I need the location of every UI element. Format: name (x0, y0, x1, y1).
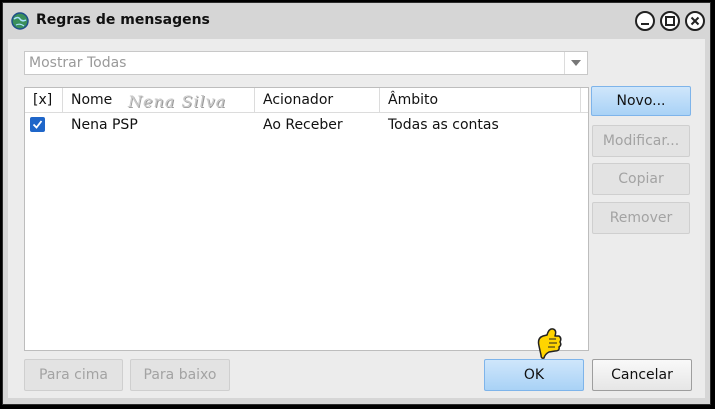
rules-table: [x] Nome Acionador Âmbito Nena Silva Nen… (24, 87, 589, 351)
rule-trigger: Ao Receber (263, 117, 343, 133)
new-button[interactable]: Novo... (591, 86, 691, 116)
maximize-icon (665, 16, 675, 26)
remove-button[interactable]: Remover (592, 202, 690, 234)
column-header-trigger[interactable]: Acionador (255, 88, 380, 112)
chevron-down-icon[interactable] (564, 52, 587, 74)
rule-scope: Todas as contas (388, 117, 499, 133)
table-row[interactable]: Nena PSP Ao Receber Todas as contas (25, 114, 588, 136)
hand-pointer-icon (537, 328, 562, 359)
minimize-icon (641, 23, 649, 25)
column-header-enabled[interactable]: [x] (25, 88, 63, 112)
minimize-button[interactable] (635, 11, 655, 31)
globe-icon (11, 12, 29, 30)
table-header: [x] Nome Acionador Âmbito Nena Silva (25, 88, 588, 113)
dialog-content: Mostrar Todas [x] Nome Acionador Âmbito … (8, 39, 705, 398)
rule-enabled-checkbox[interactable] (30, 117, 45, 132)
move-up-button[interactable]: Para cima (24, 359, 123, 391)
filter-value: Mostrar Todas (29, 55, 127, 71)
ok-button[interactable]: OK (484, 359, 584, 391)
rule-name: Nena PSP (71, 117, 138, 133)
cancel-button[interactable]: Cancelar (592, 359, 692, 391)
close-icon (690, 16, 700, 26)
message-rules-dialog: Regras de mensagens Mostrar Todas [x] No… (2, 2, 711, 405)
close-button[interactable] (685, 11, 705, 31)
copy-button[interactable]: Copiar (592, 163, 690, 195)
title-bar: Regras de mensagens (3, 3, 710, 39)
move-down-button[interactable]: Para baixo (130, 359, 230, 391)
maximize-button[interactable] (660, 11, 680, 31)
column-header-scope[interactable]: Âmbito (380, 88, 581, 112)
checkmark-icon (32, 120, 43, 129)
filter-dropdown[interactable]: Mostrar Todas (24, 51, 588, 75)
watermark: Nena Silva (128, 92, 227, 111)
window-title: Regras de mensagens (36, 12, 210, 28)
modify-button[interactable]: Modificar... (592, 125, 690, 157)
